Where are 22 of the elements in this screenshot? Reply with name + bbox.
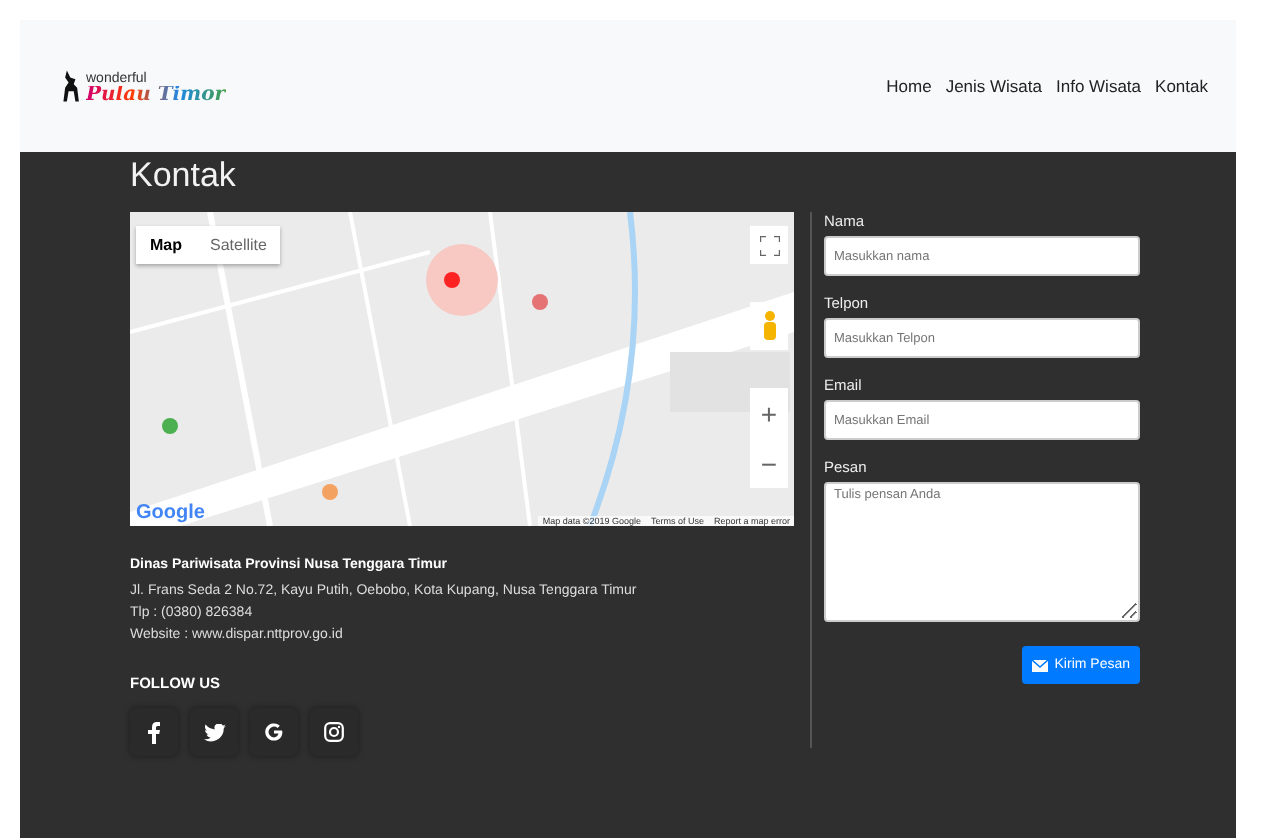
logo-script: Pulau Timor [86, 86, 226, 106]
page-title: Kontak [130, 156, 238, 196]
social-button[interactable] [250, 708, 298, 756]
social-button[interactable] [130, 708, 178, 756]
twitter-icon [203, 723, 225, 741]
nav-link[interactable]: Home [886, 76, 932, 96]
social-button[interactable] [190, 708, 238, 756]
deer-icon [60, 66, 84, 106]
social-button[interactable] [310, 708, 358, 756]
map-type-tab[interactable]: Satellite [196, 226, 281, 264]
facebook-icon [148, 721, 160, 743]
person-icon [761, 310, 777, 342]
instagram-icon [324, 722, 344, 742]
fullscreen-icon [759, 235, 779, 255]
nav-link[interactable]: Info Wisata [1056, 76, 1142, 96]
nav-link[interactable]: Kontak [1155, 76, 1208, 96]
map-type-tab[interactable]: Map [136, 226, 196, 264]
envelope-icon [1032, 659, 1049, 671]
google-icon [264, 722, 284, 742]
nav-link[interactable]: Jenis Wisata [945, 76, 1042, 96]
map-logo: Google [136, 502, 205, 524]
fullscreen-button[interactable] [750, 226, 788, 264]
